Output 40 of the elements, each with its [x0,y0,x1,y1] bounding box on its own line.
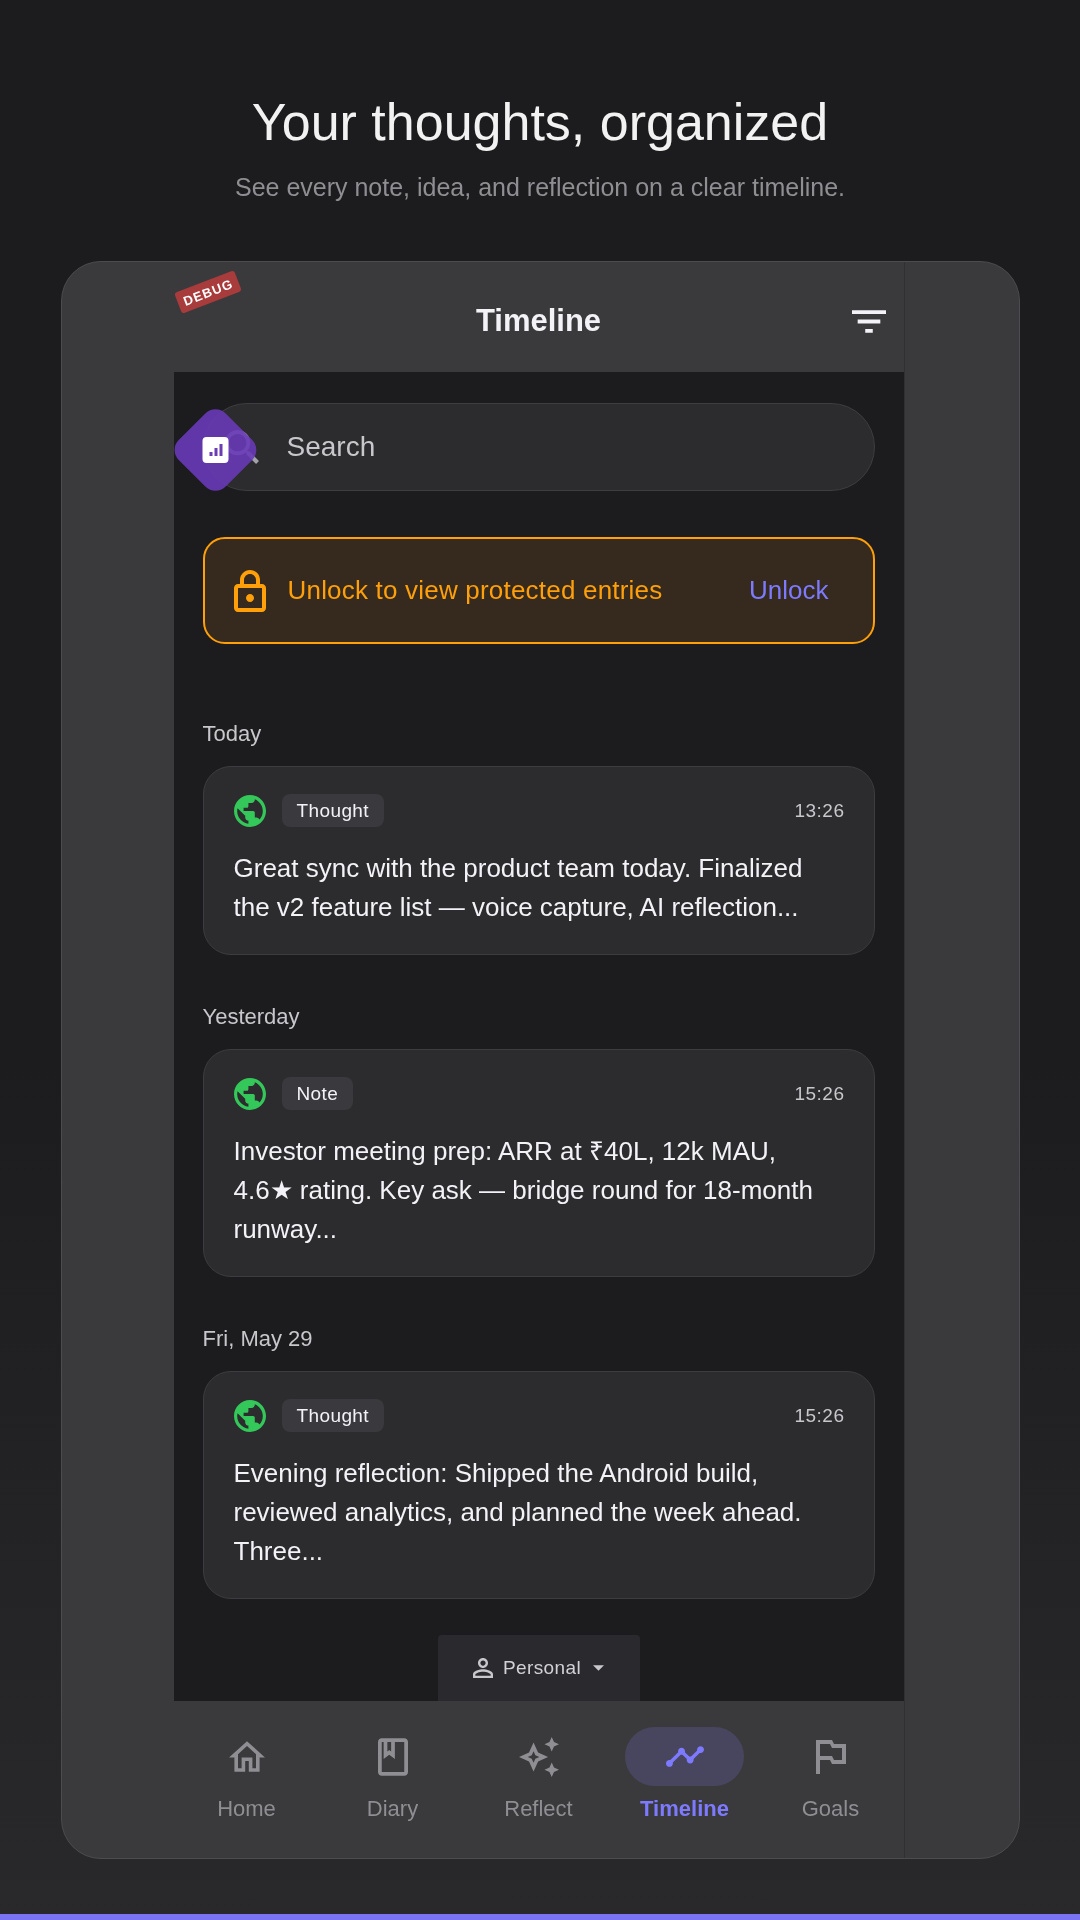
date-heading: Fri, May 29 [202,1326,314,1352]
entry-time: 13:26 [794,799,845,822]
nav-tab[interactable]: Reflect [479,1727,598,1822]
entry-text: Evening reflection: Shipped the Android build, reviewed analytics, and planned the week ahead. Three... [233,1457,803,1568]
person-icon [472,1658,493,1678]
globe-icon [233,1077,266,1110]
entry-type-tag: Thought [281,794,385,827]
entry-time: 15:26 [794,1404,845,1427]
nav-tab[interactable]: Diary [333,1727,452,1822]
globe-icon [233,794,266,827]
screen-title: Timeline [475,303,602,339]
globe-icon [233,1399,266,1432]
entry-type-tag: Thought [281,1399,385,1432]
nav-tab[interactable]: Home [187,1727,306,1822]
headline: Your thoughts, organized [251,92,829,152]
entry-card[interactable]: Thought 15:26 Evening reflection: Shipped the Android build, reviewed analytics, and planned the week ahead. Three... [202,1371,875,1599]
home-icon [228,1741,265,1772]
flag-icon [815,1739,846,1774]
bar-chart-icon [202,437,228,463]
entry-card[interactable]: Note 15:26 Investor meeting prep: ARR at ₹40L, 12k MAU, 4.6★ rating. Key ask — bridge round for 18-month runway... [202,1049,875,1277]
lock-message: Unlock to view protected entries [287,575,663,606]
line-chart-icon [665,1746,704,1767]
entry-time: 15:26 [794,1082,845,1105]
entry-card[interactable]: Thought 13:26 Great sync with the product team today. Finalized the v2 feature list — voice capture, AI reflection... [202,766,875,955]
filter-icon [851,309,886,333]
unlock-button[interactable]: Unlock [741,569,837,612]
nav-tab[interactable]: Timeline [625,1727,744,1822]
nav-tab[interactable]: Goals [771,1727,890,1822]
date-heading: Today [202,721,263,747]
sparkles-icon [518,1736,559,1777]
caret-icon [593,1665,605,1671]
date-heading: Yesterday [202,1004,301,1030]
entry-text: Great sync with the product team today. Finalized the v2 feature list — voice capture, AI reflection... [233,852,804,924]
entry-type-tag: Note [281,1077,354,1110]
lock-icon [233,569,266,612]
book-icon [377,1737,408,1776]
space-dropdown[interactable]: Personal [437,1635,640,1701]
subheadline: See every note, idea, and reflection on a clear timeline. [234,172,846,202]
search-input[interactable]: Search [286,427,850,467]
entry-text: Investor meeting prep: ARR at ₹40L, 12k MAU, 4.6★ rating. Key ask — bridge round for 18-month runway... [233,1135,814,1246]
